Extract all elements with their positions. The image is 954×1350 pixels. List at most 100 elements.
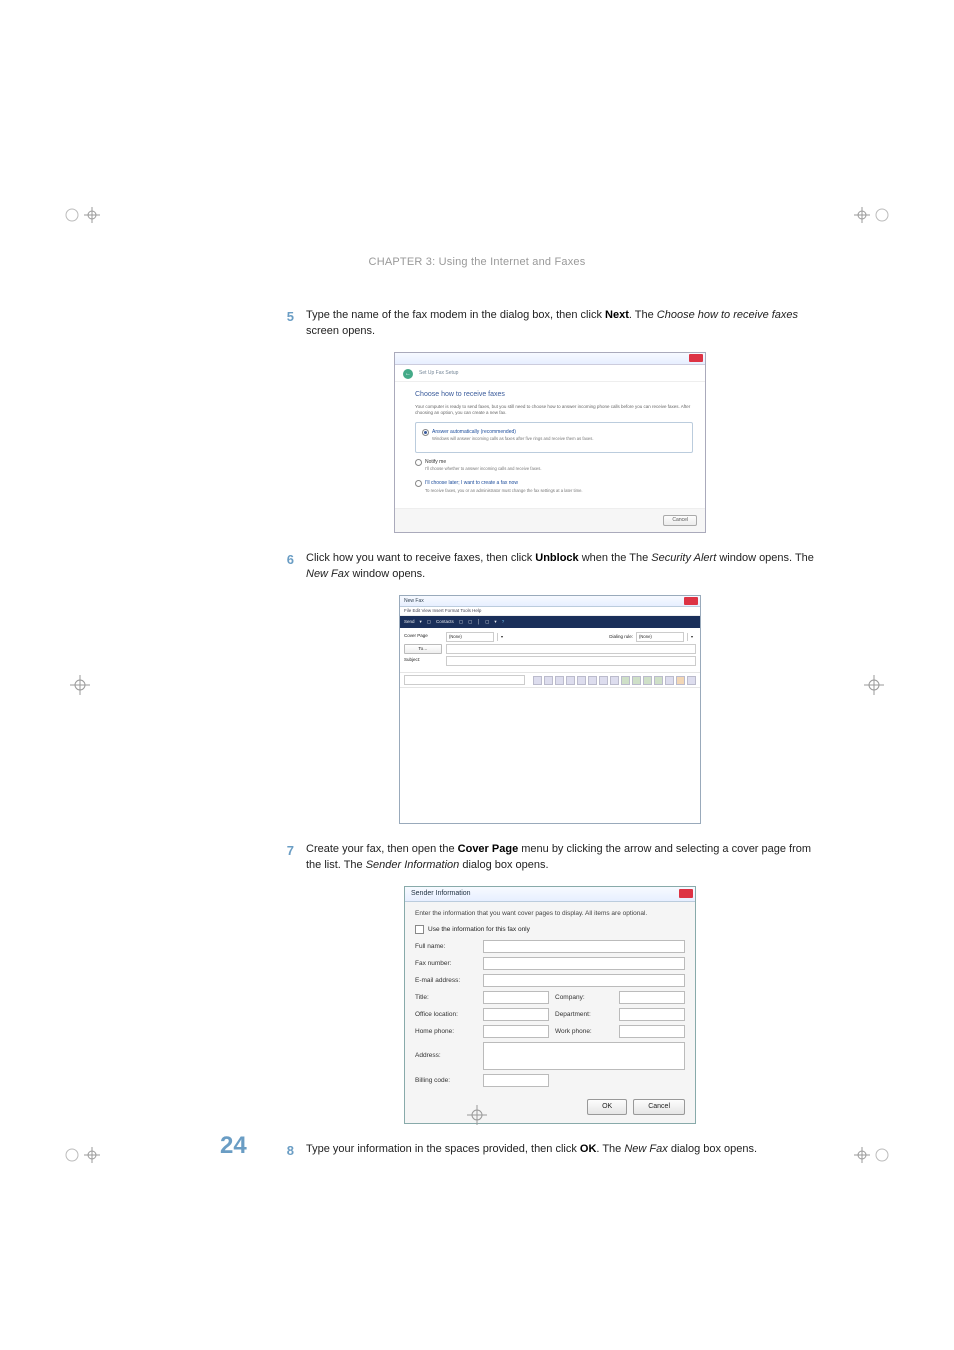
option-notify[interactable]: Notify me I'll choose whether to answer … xyxy=(415,457,693,474)
faxnumber-label: Fax number: xyxy=(415,959,477,968)
address-input[interactable] xyxy=(483,1042,685,1070)
option-title: I'll choose later; I want to create a fa… xyxy=(425,480,693,487)
format-icon[interactable] xyxy=(676,676,685,685)
homephone-input[interactable] xyxy=(483,1025,549,1038)
radio-icon[interactable] xyxy=(415,480,422,487)
text-italic: New Fax xyxy=(306,568,349,580)
close-icon[interactable] xyxy=(689,354,703,362)
text: Click how you want to receive faxes, the… xyxy=(306,552,535,564)
text-bold: Unblock xyxy=(535,552,578,564)
format-icon[interactable] xyxy=(577,676,586,685)
format-icon[interactable] xyxy=(533,676,542,685)
text: Create your fax, then open the xyxy=(306,843,458,855)
toolbar: Send ▾ ▢ Contacts ▢ ▢ │ ▢ ▾ ? xyxy=(400,616,700,628)
menu-bar[interactable]: File Edit View Insert Format Tools Help xyxy=(400,607,700,617)
faxnumber-input[interactable] xyxy=(483,957,685,970)
billing-input[interactable] xyxy=(483,1074,549,1087)
billing-label: Billing code: xyxy=(415,1076,477,1085)
email-label: E-mail address: xyxy=(415,976,477,985)
step-5: 5 Type the name of the fax modem in the … xyxy=(280,308,820,340)
text: . The xyxy=(629,309,657,321)
format-icon[interactable] xyxy=(588,676,597,685)
option-automatic[interactable]: Answer automatically (recommended) Windo… xyxy=(415,422,693,453)
close-icon[interactable] xyxy=(684,597,698,605)
format-icon[interactable] xyxy=(555,676,564,685)
fax-header-fields: Cover Page To… Subject: (None)▾ Dialing … xyxy=(400,628,700,673)
format-icon[interactable] xyxy=(632,676,641,685)
format-icon[interactable] xyxy=(621,676,630,685)
contacts-button[interactable]: Contacts xyxy=(436,619,454,626)
crop-mark xyxy=(854,1135,894,1175)
radio-icon[interactable] xyxy=(415,459,422,466)
format-icon[interactable] xyxy=(544,676,553,685)
text: window opens. xyxy=(349,568,425,580)
radio-icon[interactable] xyxy=(422,429,429,436)
format-icon[interactable] xyxy=(643,676,652,685)
crop-mark xyxy=(60,195,100,235)
step-text: Type your information in the spaces prov… xyxy=(306,1142,820,1161)
checkbox-icon[interactable] xyxy=(415,925,424,934)
format-icon[interactable] xyxy=(599,676,608,685)
send-button[interactable]: Send xyxy=(404,619,415,626)
option-later[interactable]: I'll choose later; I want to create a fa… xyxy=(415,478,693,495)
toolbar-icon[interactable]: ▾ xyxy=(494,619,496,626)
workphone-input[interactable] xyxy=(619,1025,685,1038)
cover-page-select[interactable]: (None) xyxy=(446,632,494,642)
dialog-body: Enter the information that you want cove… xyxy=(405,902,695,1091)
format-icon[interactable] xyxy=(654,676,663,685)
toolbar-icon[interactable]: ▢ xyxy=(485,619,489,626)
option-desc: I'll choose whether to answer incoming c… xyxy=(425,466,693,472)
company-input[interactable] xyxy=(619,991,685,1004)
toolbar-icon[interactable]: ▢ xyxy=(427,619,431,626)
email-input[interactable] xyxy=(483,974,685,987)
sender-fields-grid: Full name: Fax number: E-mail address: T… xyxy=(415,940,685,1087)
font-select[interactable] xyxy=(404,675,525,685)
office-input[interactable] xyxy=(483,1008,549,1021)
chevron-down-icon[interactable]: ▾ xyxy=(687,633,696,641)
step-number: 7 xyxy=(280,842,294,874)
address-label: Address: xyxy=(415,1051,477,1060)
to-button[interactable]: To… xyxy=(404,644,442,655)
toolbar-icon[interactable]: ▾ xyxy=(420,619,422,626)
fullname-input[interactable] xyxy=(483,940,685,953)
close-icon[interactable] xyxy=(679,889,693,898)
step-7: 7 Create your fax, then open the Cover P… xyxy=(280,842,820,874)
use-once-checkbox-row[interactable]: Use the information for this fax only xyxy=(415,925,685,934)
dialing-rule-select[interactable]: (None) xyxy=(636,632,684,642)
subject-label: Subject: xyxy=(404,657,442,664)
select-value: (None) xyxy=(449,634,462,640)
chevron-down-icon[interactable]: ▾ xyxy=(497,633,506,641)
cancel-button[interactable]: Cancel xyxy=(663,515,697,526)
crop-mark xyxy=(60,665,100,705)
subject-input[interactable] xyxy=(446,656,696,666)
to-input[interactable] xyxy=(446,644,696,654)
new-fax-window: New Fax File Edit View Insert Format Too… xyxy=(399,595,701,825)
fullname-label: Full name: xyxy=(415,942,477,951)
back-icon[interactable]: ← xyxy=(403,369,413,379)
format-icon[interactable] xyxy=(665,676,674,685)
dialog-heading: Choose how to receive faxes xyxy=(415,390,693,400)
title-input[interactable] xyxy=(483,991,549,1004)
text-bold: OK xyxy=(580,1143,597,1155)
text: dialog box opens. xyxy=(459,859,548,871)
crop-mark xyxy=(60,1135,100,1175)
text: Type the name of the fax modem in the di… xyxy=(306,309,605,321)
format-icon[interactable] xyxy=(566,676,575,685)
help-icon[interactable]: ? xyxy=(502,619,505,626)
dialing-rule-label: Dialing rule: xyxy=(609,634,633,641)
format-icon[interactable] xyxy=(687,676,696,685)
format-icon[interactable] xyxy=(610,676,619,685)
office-label: Office location: xyxy=(415,1010,477,1019)
toolbar-icon[interactable]: ▢ xyxy=(459,619,463,626)
dialog-titlebar: Sender Information xyxy=(405,887,695,902)
ok-button[interactable]: OK xyxy=(587,1099,627,1115)
department-input[interactable] xyxy=(619,1008,685,1021)
toolbar-icon[interactable]: ▢ xyxy=(468,619,472,626)
sender-information-dialog: Sender Information Enter the information… xyxy=(404,886,696,1124)
fax-body-area[interactable] xyxy=(400,688,700,823)
text-italic: Sender Information xyxy=(366,859,460,871)
text-italic: Security Alert xyxy=(651,552,716,564)
step-text: Type the name of the fax modem in the di… xyxy=(306,308,820,340)
cancel-button[interactable]: Cancel xyxy=(633,1099,685,1115)
text: screen opens. xyxy=(306,325,375,337)
